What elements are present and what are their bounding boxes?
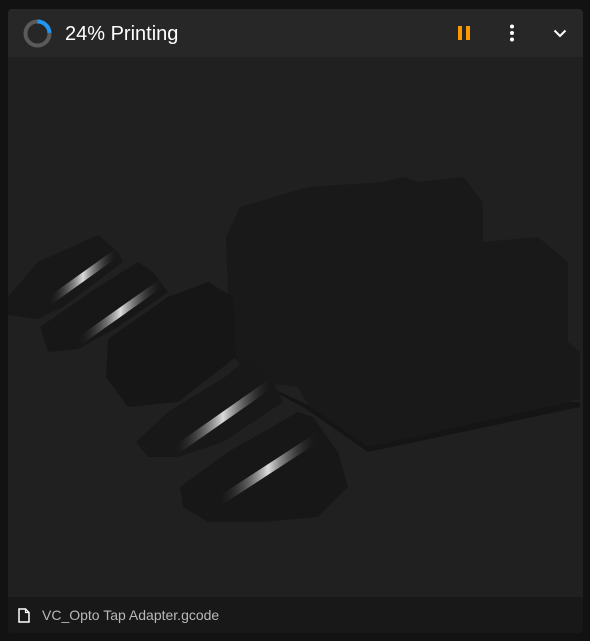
card-header: 24% Printing (8, 9, 583, 57)
collapse-button[interactable] (544, 17, 576, 49)
file-icon (18, 608, 30, 623)
chevron-down-icon (553, 29, 567, 37)
print-status-card: 24% Printing VC_Opto Tap Adapter.gcode (8, 9, 583, 633)
gcode-filename: VC_Opto Tap Adapter.gcode (42, 607, 220, 623)
pause-icon (458, 26, 470, 40)
card-footer: VC_Opto Tap Adapter.gcode (8, 597, 583, 633)
model-render-image (8, 177, 580, 522)
dots-vertical-icon (510, 24, 514, 42)
pause-button[interactable] (448, 17, 480, 49)
print-status-title: 24% Printing (65, 23, 179, 45)
model-preview (8, 57, 583, 597)
more-menu-button[interactable] (496, 17, 528, 49)
progress-ring (23, 19, 52, 48)
